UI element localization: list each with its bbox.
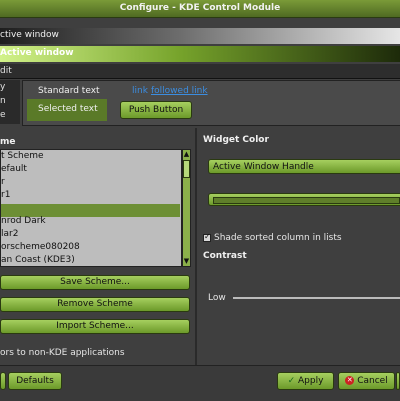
inactive-window-preview: ctive window xyxy=(0,28,400,44)
scroll-thumb[interactable] xyxy=(183,160,190,178)
defaults-button[interactable]: Defaults xyxy=(8,372,62,390)
scheme-list-scrollbar[interactable]: ▲ ▼ xyxy=(182,149,191,267)
color-swatch xyxy=(213,197,400,204)
scroll-down-icon[interactable]: ▼ xyxy=(183,257,190,266)
check-icon: ✓ xyxy=(204,232,211,241)
contrast-low-label: Low xyxy=(208,293,226,303)
apply-colors-label: ors to non-KDE applications xyxy=(0,348,125,358)
widget-color-select[interactable]: Active Window Handle xyxy=(208,159,400,174)
list-item[interactable]: t Scheme xyxy=(1,151,44,161)
widget-color-header: Widget Color xyxy=(203,135,269,145)
menubar-preview: dit xyxy=(0,64,400,79)
scheme-list[interactable]: t Scheme efault r r1 nrod Dark lar2 orsc… xyxy=(0,149,182,267)
list-item[interactable]: lar2 xyxy=(1,229,18,239)
inactive-window-label: ctive window xyxy=(0,30,59,40)
active-window-label: Active window xyxy=(0,48,74,58)
color-button[interactable] xyxy=(208,193,400,206)
panel-divider xyxy=(195,128,197,368)
scroll-up-icon[interactable]: ▲ xyxy=(183,150,190,159)
import-scheme-button[interactable]: Import Scheme... xyxy=(0,319,190,334)
title-bar: Configure - KDE Control Module xyxy=(0,0,400,18)
cancel-button[interactable]: ✕ Cancel xyxy=(338,372,395,390)
contrast-header: Contrast xyxy=(203,251,247,261)
side-item: e xyxy=(0,110,6,120)
cancel-button-label: Cancel xyxy=(357,376,388,386)
side-item: n xyxy=(0,96,6,106)
link-text[interactable]: link xyxy=(132,86,148,96)
remove-scheme-button[interactable]: Remove Scheme xyxy=(0,297,190,312)
selected-text: Selected text xyxy=(38,104,98,114)
standard-text: Standard text xyxy=(38,86,100,96)
active-window-preview: Active window xyxy=(0,46,400,62)
apply-button[interactable]: ✓ Apply xyxy=(277,372,334,390)
push-button[interactable]: Push Button xyxy=(120,101,192,119)
list-item[interactable]: nrod Dark xyxy=(1,216,46,226)
apply-button-label: Apply xyxy=(298,376,324,386)
cancel-x-icon: ✕ xyxy=(345,376,355,385)
side-item: y xyxy=(0,82,6,92)
followed-link[interactable]: followed link xyxy=(151,86,208,96)
list-item[interactable]: r1 xyxy=(1,190,10,200)
apply-check-icon: ✓ xyxy=(287,376,296,386)
menubar-label: dit xyxy=(0,66,12,76)
partial-button[interactable] xyxy=(396,372,400,390)
save-scheme-button[interactable]: Save Scheme... xyxy=(0,275,190,290)
list-item[interactable]: an Coast (KDE3) xyxy=(1,255,75,265)
window-title: Configure - KDE Control Module xyxy=(119,3,281,13)
shade-sorted-checkbox[interactable]: ✓ xyxy=(203,232,211,242)
side-preview-items: y n e xyxy=(0,80,20,124)
list-item[interactable]: orscheme080208 xyxy=(1,242,80,252)
widget-color-selected: Active Window Handle xyxy=(213,162,314,172)
list-item[interactable]: efault xyxy=(1,164,27,174)
scheme-list-header: me xyxy=(0,137,16,147)
help-button-partial[interactable] xyxy=(0,372,6,390)
list-item[interactable]: r xyxy=(1,177,5,187)
shade-sorted-label[interactable]: Shade sorted column in lists xyxy=(214,233,342,243)
contrast-slider[interactable] xyxy=(233,297,400,299)
